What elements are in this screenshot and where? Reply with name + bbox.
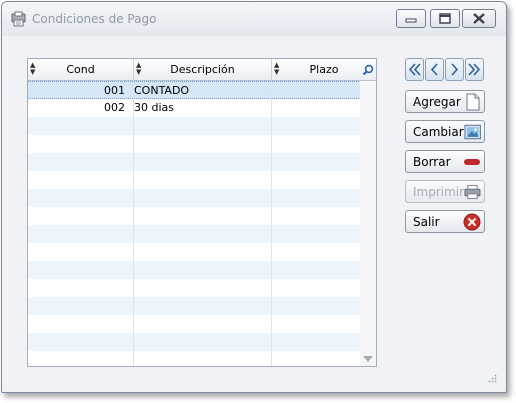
- window-title: Condiciones de Pago: [32, 12, 157, 26]
- conditions-window: Condiciones de Pago ▲ ▼ Cond ▲ ▼ Descrip…: [1, 1, 507, 393]
- red-bar-icon: [464, 158, 480, 165]
- imprimir-button[interactable]: Imprimir: [405, 180, 485, 203]
- document-icon: [466, 93, 480, 110]
- imprimir-label: Imprimir: [413, 184, 465, 199]
- previous-record-button[interactable]: [425, 58, 444, 81]
- minimize-button[interactable]: [396, 9, 426, 28]
- table-row[interactable]: 002 30 dias 30: [28, 99, 375, 117]
- empty-row: [28, 315, 361, 333]
- previous-record-icon: [430, 63, 438, 76]
- table-row[interactable]: 001 CONTADO 0: [28, 81, 375, 99]
- vertical-scrollbar[interactable]: [360, 81, 376, 366]
- maximize-icon: [439, 13, 451, 24]
- empty-row: [28, 171, 361, 189]
- column-divider: [271, 81, 272, 366]
- first-record-icon: [408, 63, 421, 76]
- empty-row: [28, 297, 361, 315]
- empty-row: [28, 333, 361, 351]
- column-divider: [133, 81, 134, 366]
- column-header-plazo[interactable]: ▲ ▼ Plazo: [272, 59, 376, 81]
- borrar-label: Borrar: [413, 154, 451, 169]
- column-label-cond: Cond: [66, 63, 95, 76]
- empty-row: [28, 225, 361, 243]
- column-label-plazo: Plazo: [309, 63, 339, 76]
- first-record-button[interactable]: [405, 58, 424, 81]
- agregar-label: Agregar: [413, 94, 461, 109]
- sort-icon: ▲ ▼: [30, 61, 36, 76]
- minimize-icon: [405, 18, 417, 23]
- empty-row: [28, 153, 361, 171]
- close-button[interactable]: [462, 9, 496, 28]
- cell-cond: 002: [104, 101, 125, 114]
- empty-row: [28, 207, 361, 225]
- empty-row: [28, 243, 361, 261]
- empty-row: [28, 189, 361, 207]
- client-area: ▲ ▼ Cond ▲ ▼ Descripción ▲ ▼ Plazo 001 C…: [9, 36, 499, 385]
- borrar-button[interactable]: Borrar: [405, 150, 485, 173]
- scroll-down-arrow-icon[interactable]: [363, 355, 373, 363]
- next-record-button[interactable]: [445, 58, 464, 81]
- agregar-button[interactable]: Agregar: [405, 90, 485, 113]
- grid-header: ▲ ▼ Cond ▲ ▼ Descripción ▲ ▼ Plazo: [28, 59, 376, 81]
- red-close-icon: [463, 213, 481, 230]
- empty-row: [28, 261, 361, 279]
- column-header-cond[interactable]: ▲ ▼ Cond: [28, 59, 134, 81]
- title-bar[interactable]: Condiciones de Pago: [2, 2, 506, 36]
- cambiar-label: Cambiar: [413, 124, 464, 139]
- next-record-icon: [451, 63, 459, 76]
- printer-icon: [464, 184, 481, 199]
- empty-row: [28, 351, 361, 366]
- salir-label: Salir: [413, 214, 440, 229]
- close-icon: [473, 13, 485, 24]
- empty-row: [28, 279, 361, 297]
- empty-row: [28, 135, 361, 153]
- cell-descripcion: CONTADO: [134, 84, 190, 97]
- printer-document-icon: [11, 11, 26, 27]
- cambiar-button[interactable]: Cambiar: [405, 120, 485, 143]
- cell-descripcion: 30 dias: [134, 101, 175, 114]
- last-record-button[interactable]: [465, 58, 484, 81]
- column-header-descripcion[interactable]: ▲ ▼ Descripción: [134, 59, 272, 81]
- empty-row: [28, 117, 361, 135]
- picture-icon: [464, 124, 481, 139]
- salir-button[interactable]: Salir: [405, 210, 485, 233]
- conditions-grid[interactable]: ▲ ▼ Cond ▲ ▼ Descripción ▲ ▼ Plazo 001 C…: [27, 58, 377, 367]
- record-navigation: [405, 58, 485, 81]
- column-label-descripcion: Descripción: [170, 63, 235, 76]
- sort-icon: ▲ ▼: [136, 61, 142, 76]
- cell-cond: 001: [104, 84, 125, 97]
- search-icon[interactable]: [362, 64, 374, 76]
- maximize-button[interactable]: [430, 9, 460, 28]
- resize-grip-icon[interactable]: [487, 373, 497, 383]
- last-record-icon: [468, 63, 481, 76]
- sort-icon: ▲ ▼: [274, 61, 280, 76]
